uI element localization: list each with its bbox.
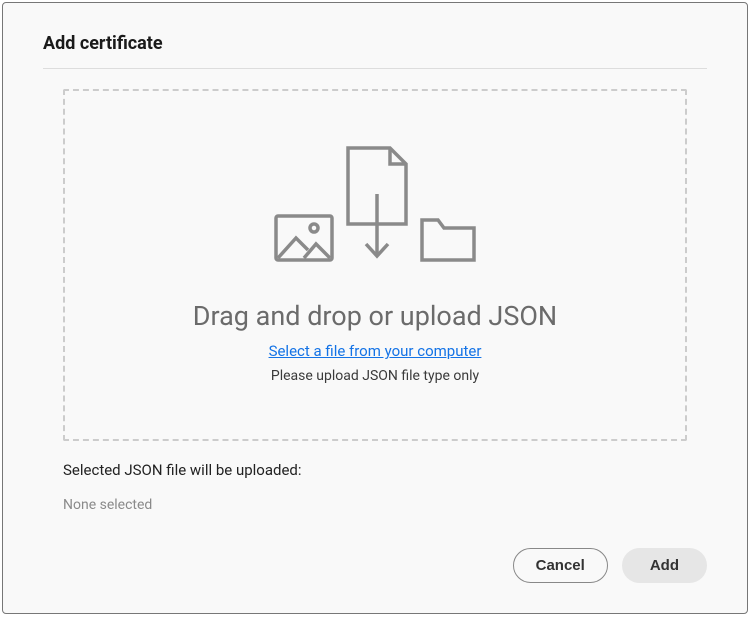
select-file-link[interactable]: Select a file from your computer: [269, 342, 482, 360]
dialog-title: Add certificate: [43, 33, 707, 69]
selected-file-label: Selected JSON file will be uploaded:: [63, 461, 707, 479]
dropzone-heading: Drag and drop or upload JSON: [193, 300, 557, 332]
dropzone-icon-group: [274, 146, 476, 266]
folder-icon: [420, 216, 476, 266]
cancel-button[interactable]: Cancel: [513, 548, 608, 583]
dialog-buttons: Cancel Add: [513, 548, 707, 583]
file-download-icon: [344, 146, 410, 266]
image-icon: [274, 214, 334, 266]
file-dropzone[interactable]: Drag and drop or upload JSON Select a fi…: [63, 89, 687, 441]
add-button[interactable]: Add: [622, 548, 707, 583]
file-type-hint: Please upload JSON file type only: [271, 368, 479, 384]
add-certificate-dialog: Add certificate: [2, 2, 748, 614]
selected-file-value: None selected: [63, 497, 707, 513]
